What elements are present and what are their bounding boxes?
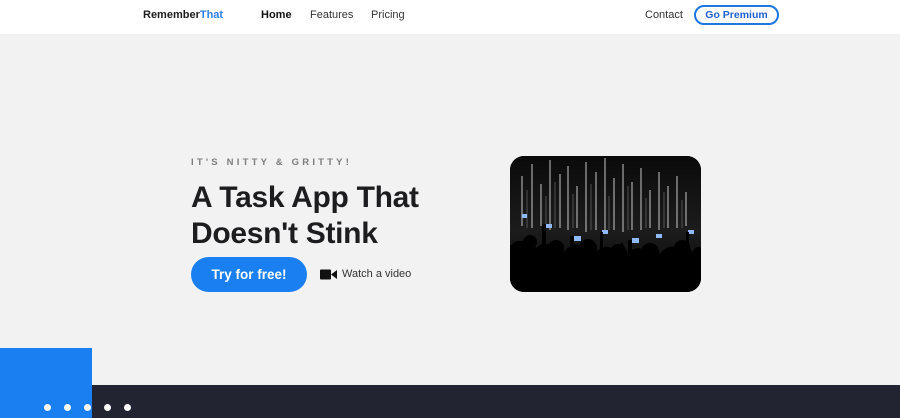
brand-name-part2: That: [199, 9, 224, 21]
hero-image: [510, 156, 701, 292]
concert-crowd-photo: [510, 156, 701, 292]
hero-headline-line1: A Task App That: [191, 181, 419, 214]
hero-headline: A Task App That Doesn't Stink: [191, 180, 481, 252]
slider-dot[interactable]: [44, 404, 51, 411]
watch-video-label: Watch a video: [342, 268, 412, 280]
brand-name-part1: Remember: [143, 9, 200, 21]
nav-link-home[interactable]: Home: [261, 9, 292, 21]
go-premium-button[interactable]: Go Premium: [694, 5, 779, 25]
slider-dot[interactable]: [64, 404, 71, 411]
nav-link-contact[interactable]: Contact: [645, 9, 683, 21]
brand-logo[interactable]: RememberThat: [143, 9, 223, 21]
try-for-free-button[interactable]: Try for free!: [191, 257, 307, 292]
top-navbar: RememberThat Home Features Pricing Conta…: [0, 0, 900, 34]
video-camera-icon: [320, 269, 337, 279]
slider-dot[interactable]: [84, 404, 91, 411]
hero-eyebrow: IT'S NITTY & GRITTY!: [191, 157, 353, 168]
watch-video-link[interactable]: Watch a video: [320, 267, 411, 281]
slider-dot[interactable]: [124, 404, 131, 411]
slider-dots: [44, 404, 131, 411]
slider-dot[interactable]: [104, 404, 111, 411]
nav-link-pricing[interactable]: Pricing: [371, 9, 405, 21]
footer-band: [0, 385, 900, 418]
hero-headline-line2: Doesn't Stink: [191, 217, 378, 250]
nav-link-features[interactable]: Features: [310, 9, 353, 21]
